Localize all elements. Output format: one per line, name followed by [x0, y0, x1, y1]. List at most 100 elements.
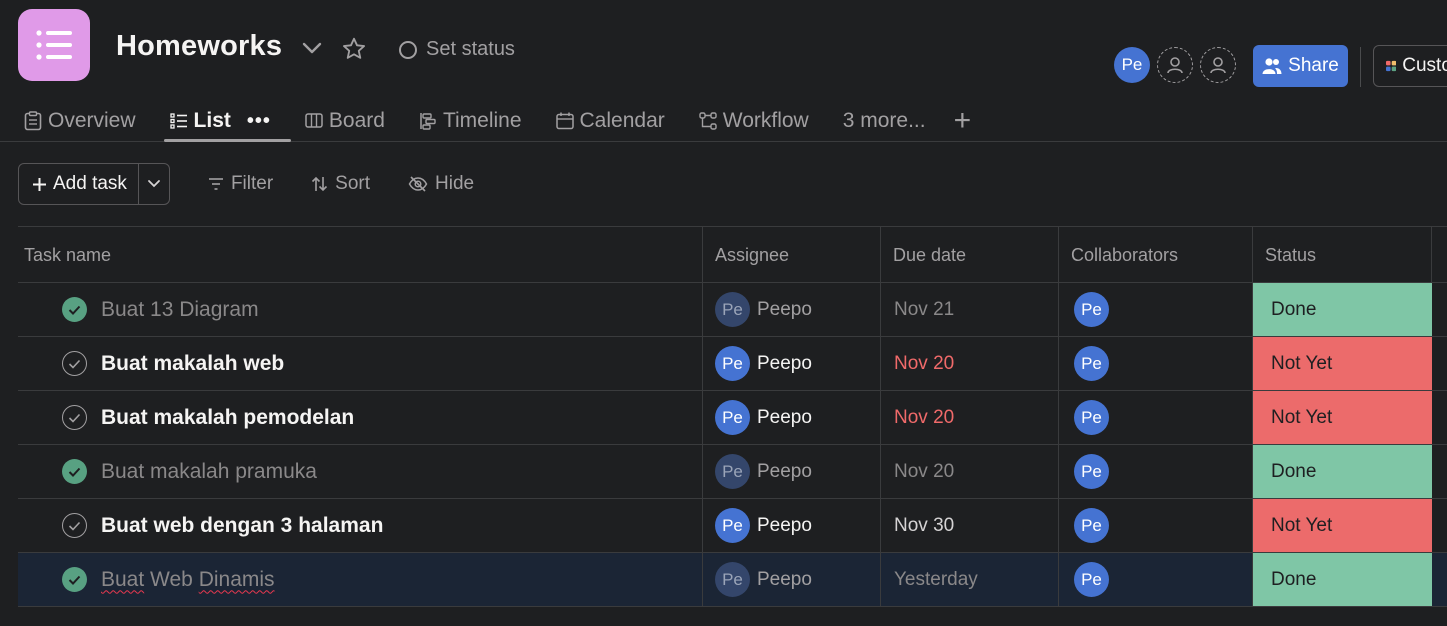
task-name[interactable]: Buat makalah pramuka	[101, 460, 317, 484]
due-date-cell[interactable]: Nov 30	[881, 499, 1059, 552]
chevron-down-icon[interactable]	[300, 36, 324, 60]
table-row[interactable]: Buat makalah web Pe Peepo Nov 20 Pe Not …	[18, 337, 1447, 391]
table-row[interactable]: Buat makalah pemodelan Pe Peepo Nov 20 P…	[18, 391, 1447, 445]
completed-check-icon[interactable]	[62, 567, 87, 592]
hide-button[interactable]: Hide	[408, 173, 474, 195]
due-date-cell[interactable]: Nov 20	[881, 445, 1059, 498]
add-task-button[interactable]: Add task	[19, 164, 139, 204]
star-icon[interactable]	[341, 36, 367, 62]
status-cell[interactable]: Done	[1253, 445, 1432, 498]
sort-label: Sort	[335, 173, 371, 194]
table-row[interactable]: Buat 13 Diagram Pe Peepo Nov 21 Pe Done	[18, 283, 1447, 337]
calendar-icon	[555, 112, 574, 130]
set-status-button[interactable]: Set status	[399, 38, 515, 61]
task-name[interactable]: Buat 13 Diagram	[101, 298, 259, 322]
more-options-icon[interactable]: •••	[247, 110, 271, 133]
task-name-cell[interactable]: Buat 13 Diagram	[18, 283, 703, 336]
collaborators-cell[interactable]: Pe	[1059, 553, 1253, 606]
incomplete-check-icon[interactable]	[62, 513, 87, 538]
timeline-icon	[420, 113, 436, 130]
due-date-cell[interactable]: Nov 21	[881, 283, 1059, 336]
task-name-cell[interactable]: Buat makalah web	[18, 337, 703, 390]
table-row[interactable]: Buat web dengan 3 halaman Pe Peepo Nov 3…	[18, 499, 1447, 553]
task-name-cell[interactable]: Buat makalah pemodelan	[18, 391, 703, 444]
column-header-status[interactable]: Status	[1253, 227, 1432, 283]
avatar: Pe	[1074, 508, 1109, 543]
view-tabs: Overview List ••• Board Timeline Calenda…	[24, 104, 972, 142]
avatar: Pe	[715, 508, 750, 543]
customize-button[interactable]: Customize	[1373, 45, 1447, 87]
empty-member-icon[interactable]	[1157, 47, 1193, 83]
assignee-name: Peepo	[757, 460, 812, 482]
column-header-assignee[interactable]: Assignee	[703, 227, 881, 283]
project-title[interactable]: Homeworks	[116, 30, 282, 63]
avatar: Pe	[715, 454, 750, 489]
completed-check-icon[interactable]	[62, 297, 87, 322]
tab-board[interactable]: Board	[305, 104, 385, 138]
sort-button[interactable]: Sort	[311, 173, 370, 195]
assignee-name: Peepo	[757, 568, 812, 590]
assignee-cell[interactable]: Pe Peepo	[703, 283, 881, 336]
assignee-name: Peepo	[757, 514, 812, 536]
collaborators-cell[interactable]: Pe	[1059, 337, 1253, 390]
task-name-word: Web	[150, 567, 193, 591]
add-task-dropdown[interactable]	[139, 164, 169, 204]
due-date-cell[interactable]: Nov 20	[881, 337, 1059, 390]
tab-overview[interactable]: Overview	[24, 104, 136, 138]
collaborators-cell[interactable]: Pe	[1059, 445, 1253, 498]
task-name[interactable]: Buat makalah web	[101, 352, 284, 376]
task-name-cell[interactable]: Buat makalah pramuka	[18, 445, 703, 498]
assignee-cell[interactable]: Pe Peepo	[703, 391, 881, 444]
list-icon	[169, 113, 187, 129]
due-date-cell[interactable]: Yesterday	[881, 553, 1059, 606]
table-row[interactable]: Buat makalah pramuka Pe Peepo Nov 20 Pe …	[18, 445, 1447, 499]
task-name[interactable]: Buat web dengan 3 halaman	[101, 514, 383, 538]
column-header-task-name[interactable]: Task name	[18, 227, 703, 283]
task-name-cell[interactable]: Buat Web Dinamis	[18, 553, 703, 606]
status-cell[interactable]: Not Yet	[1253, 499, 1432, 552]
status-cell[interactable]: Done	[1253, 283, 1432, 336]
members-avatars[interactable]: Pe	[1114, 47, 1236, 83]
collaborators-cell[interactable]: Pe	[1059, 391, 1253, 444]
status-cell[interactable]: Done	[1253, 553, 1432, 606]
avatar: Pe	[1074, 454, 1109, 489]
empty-member-icon[interactable]	[1200, 47, 1236, 83]
task-name[interactable]: Buat makalah pemodelan	[101, 406, 354, 430]
incomplete-check-icon[interactable]	[62, 405, 87, 430]
task-name[interactable]: Buat Web Dinamis	[101, 568, 275, 592]
avatar: Pe	[1074, 400, 1109, 435]
task-name-word: Dinamis	[198, 567, 275, 591]
tab-workflow[interactable]: Workflow	[699, 104, 809, 138]
task-name-cell[interactable]: Buat web dengan 3 halaman	[18, 499, 703, 552]
customize-label: Customize	[1402, 55, 1447, 76]
assignee-name: Peepo	[757, 298, 812, 320]
column-header-collaborators[interactable]: Collaborators	[1059, 227, 1253, 283]
eye-off-icon	[408, 176, 428, 192]
assignee-cell[interactable]: Pe Peepo	[703, 499, 881, 552]
assignee-cell[interactable]: Pe Peepo	[703, 445, 881, 498]
tab-list[interactable]: List •••	[163, 104, 292, 142]
incomplete-check-icon[interactable]	[62, 351, 87, 376]
project-list-icon[interactable]	[18, 9, 90, 81]
filter-button[interactable]: Filter	[208, 173, 273, 195]
assignee-cell[interactable]: Pe Peepo	[703, 337, 881, 390]
collaborators-cell[interactable]: Pe	[1059, 283, 1253, 336]
due-date-cell[interactable]: Nov 20	[881, 391, 1059, 444]
avatar: Pe	[715, 346, 750, 381]
add-tab-plus-icon[interactable]: +	[954, 106, 972, 136]
project-header: Homeworks Set status Pe Share Customize …	[0, 0, 1447, 142]
assignee-cell[interactable]: Pe Peepo	[703, 553, 881, 606]
collaborators-cell[interactable]: Pe	[1059, 499, 1253, 552]
table-row[interactable]: Buat Web Dinamis Pe Peepo Yesterday Pe D…	[18, 553, 1447, 607]
share-button[interactable]: Share	[1253, 45, 1348, 87]
tab-timeline[interactable]: Timeline	[419, 104, 522, 138]
add-task-split-button[interactable]: Add task	[18, 163, 170, 205]
column-header-due-date[interactable]: Due date	[881, 227, 1059, 283]
completed-check-icon[interactable]	[62, 459, 87, 484]
board-icon	[305, 113, 323, 128]
tab-more[interactable]: 3 more...	[843, 104, 926, 138]
tab-calendar[interactable]: Calendar	[555, 104, 665, 138]
avatar[interactable]: Pe	[1114, 47, 1150, 83]
status-cell[interactable]: Not Yet	[1253, 391, 1432, 444]
status-cell[interactable]: Not Yet	[1253, 337, 1432, 390]
